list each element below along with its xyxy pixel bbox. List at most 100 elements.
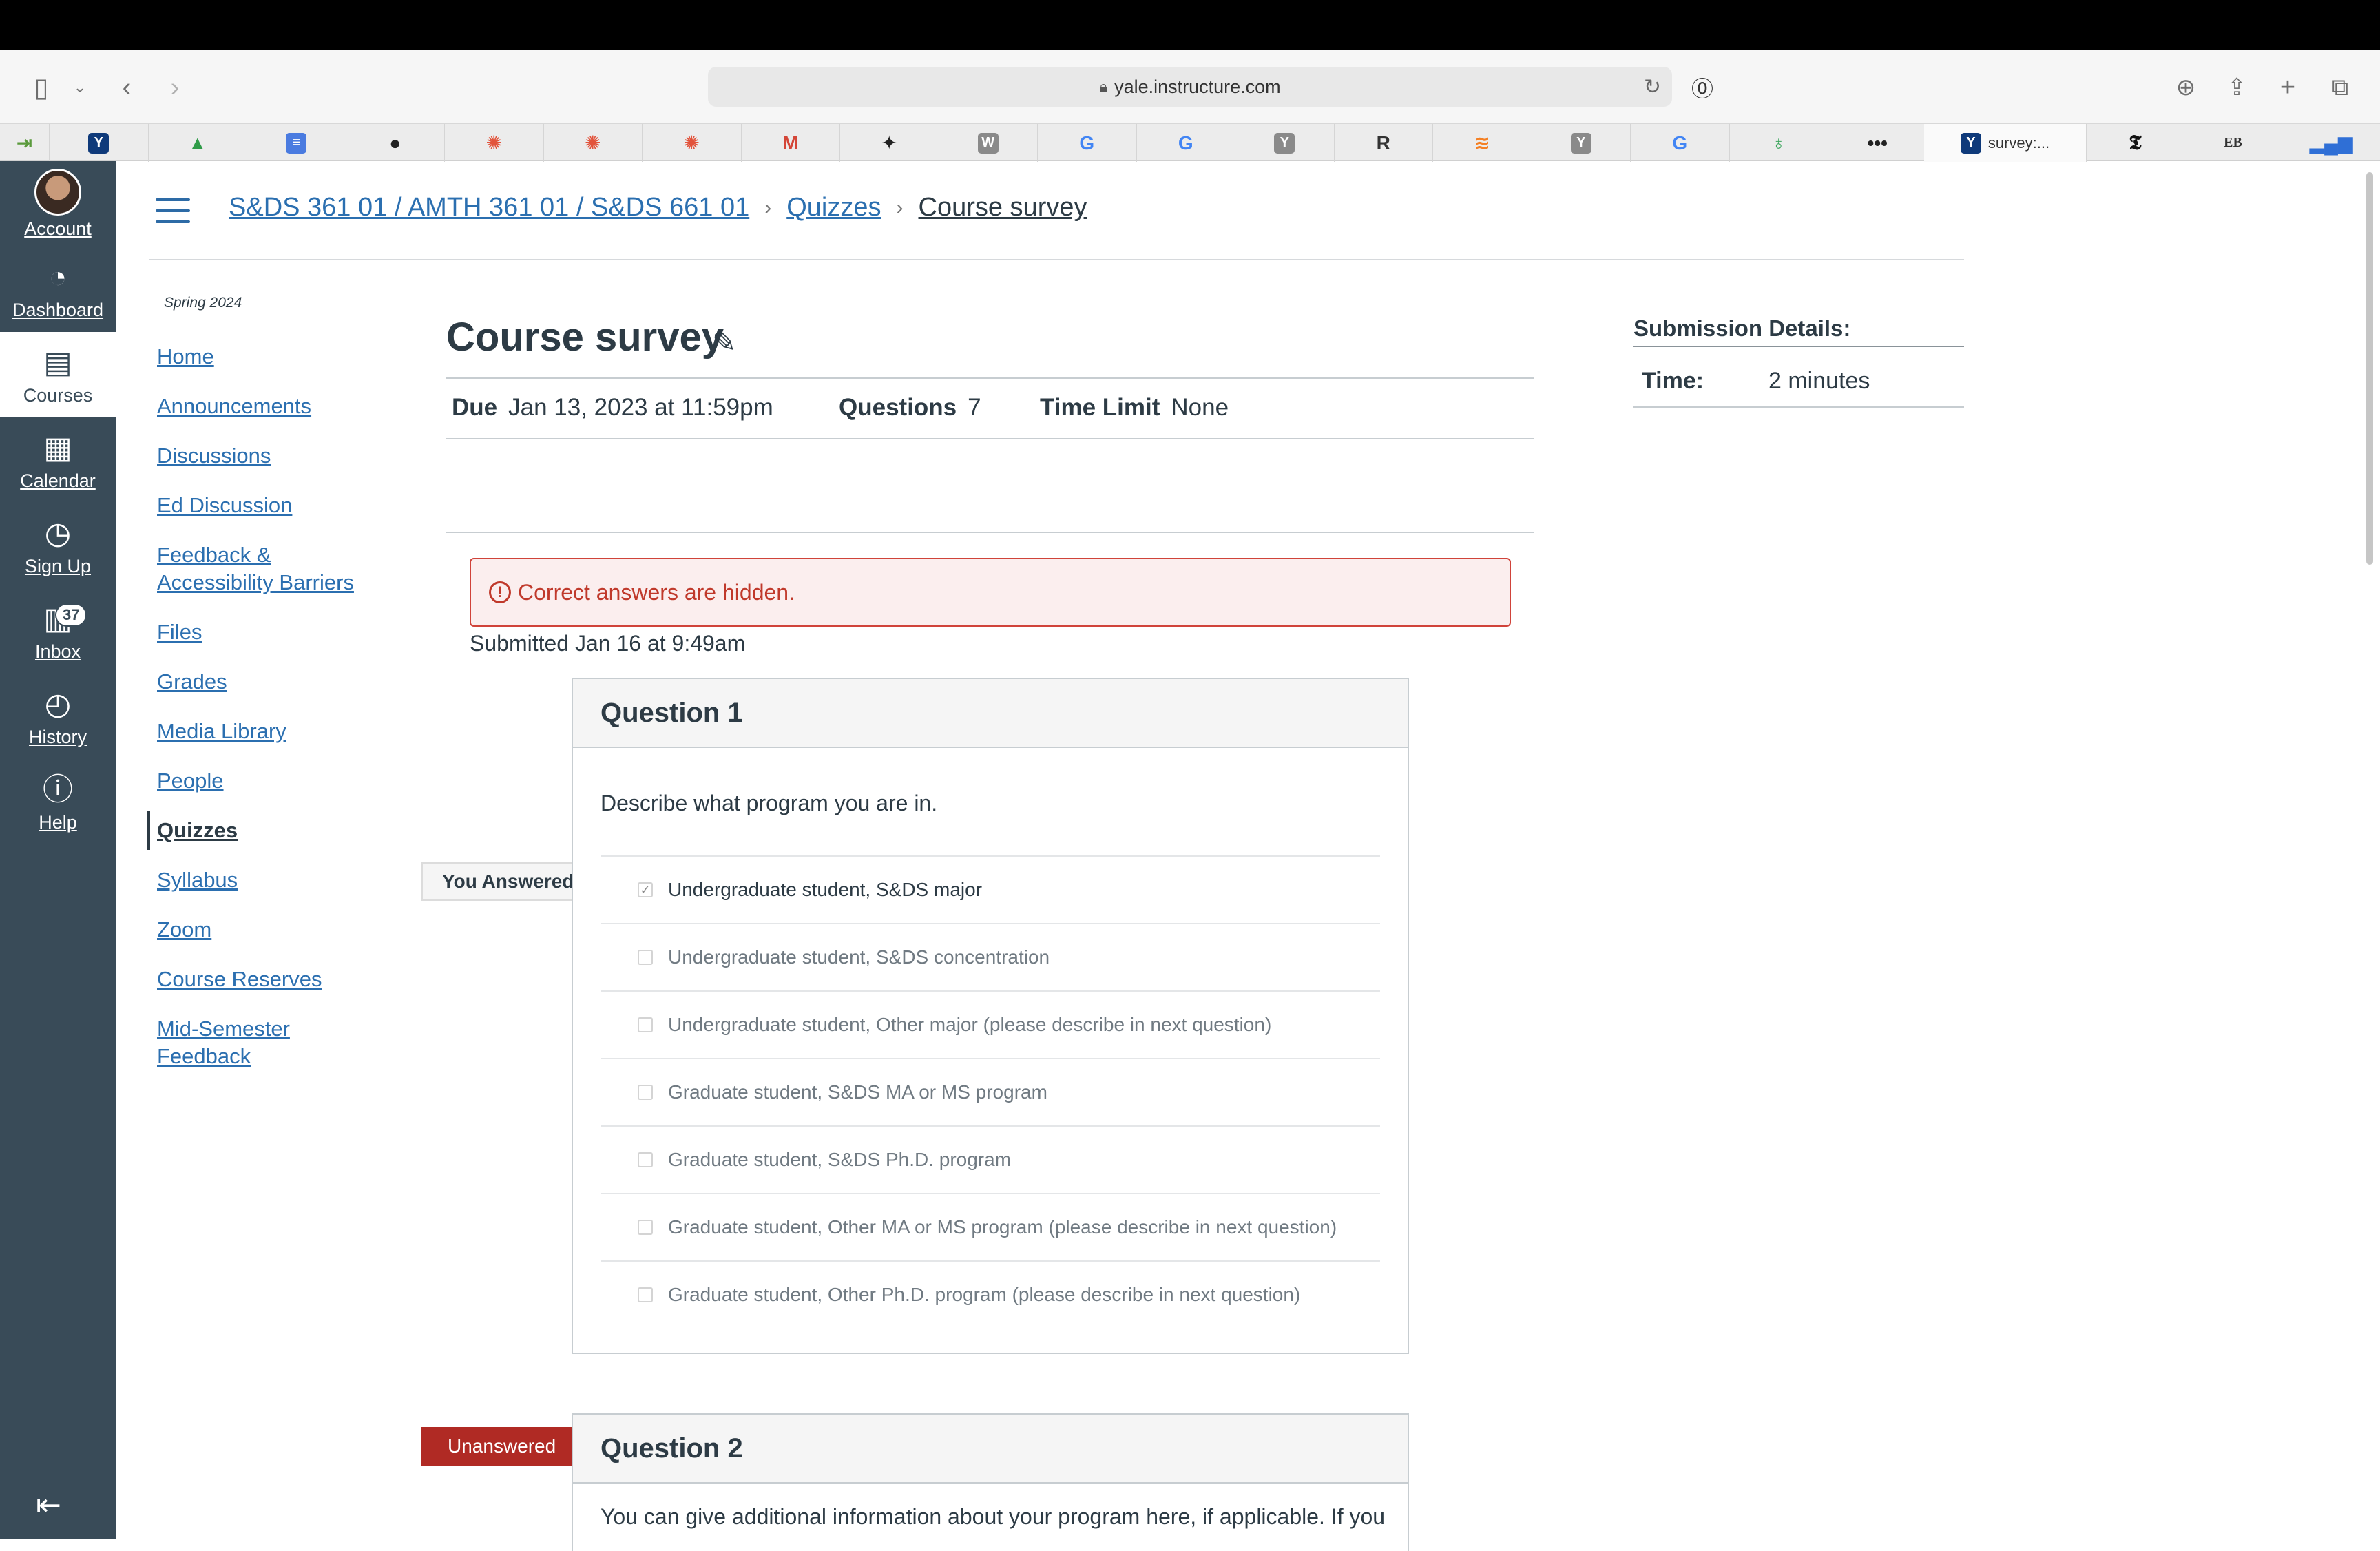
- course-nav-course-reserves[interactable]: Course Reserves: [157, 966, 322, 993]
- questions-label: Questions: [839, 394, 957, 421]
- breadcrumb-course[interactable]: S&DS 361 01 / AMTH 361 01 / S&DS 661 01: [229, 193, 749, 222]
- answer-option[interactable]: Undergraduate student, Other major (plea…: [601, 990, 1380, 1058]
- course-nav-mid-semester-line2[interactable]: Feedback: [157, 1043, 251, 1070]
- breadcrumb-quizzes[interactable]: Quizzes: [786, 193, 881, 222]
- tab-eb[interactable]: EB: [2184, 124, 2282, 162]
- share-icon[interactable]: ⇪: [2220, 71, 2253, 104]
- course-nav-announcements[interactable]: Announcements: [157, 393, 311, 420]
- new-tab-icon[interactable]: +: [2271, 71, 2304, 104]
- browser-tab[interactable]: ♁: [1730, 124, 1828, 162]
- answer-option[interactable]: ✓ Undergraduate student, S&DS major: [601, 855, 1380, 923]
- pinwheel-icon: ✦: [881, 132, 897, 154]
- sprout-icon: ♁: [1771, 132, 1786, 154]
- nav-help[interactable]: ⓘ Help: [0, 759, 116, 844]
- forward-icon[interactable]: ›: [158, 71, 191, 104]
- nav-account[interactable]: Account: [0, 161, 116, 247]
- browser-tab[interactable]: Y: [50, 124, 149, 162]
- browser-tab[interactable]: ⇥: [0, 124, 50, 162]
- browser-tab[interactable]: ✦: [840, 124, 939, 162]
- unanswered-flag: Unanswered: [421, 1427, 599, 1466]
- you-answered-flag: You Answered: [421, 862, 603, 901]
- answer-option[interactable]: Undergraduate student, S&DS concentratio…: [601, 923, 1380, 990]
- browser-tab[interactable]: Y: [1532, 124, 1631, 162]
- course-menu-toggle[interactable]: [156, 198, 190, 223]
- browser-tab[interactable]: ≋: [1433, 124, 1532, 162]
- header-divider: [149, 259, 1964, 260]
- nav-dashboard[interactable]: ◔ Dashboard: [0, 247, 116, 332]
- browser-tab[interactable]: G: [1137, 124, 1235, 162]
- tab-nyt[interactable]: 𝕿: [2087, 124, 2184, 162]
- scrollbar[interactable]: [2366, 172, 2373, 565]
- downloads-icon[interactable]: ⊕: [2169, 71, 2202, 104]
- browser-tab[interactable]: ✺: [544, 124, 643, 162]
- checkbox[interactable]: [638, 1152, 653, 1167]
- page-title: Course survey: [446, 315, 724, 360]
- calendar-icon: ▦: [43, 430, 72, 465]
- browser-tab[interactable]: G: [1038, 124, 1137, 162]
- browser-tab[interactable]: Y: [1235, 124, 1335, 162]
- chevron-down-icon[interactable]: ⌄: [63, 71, 96, 104]
- course-nav-zoom[interactable]: Zoom: [157, 916, 211, 944]
- avatar: [34, 168, 81, 216]
- password-manager-icon[interactable]: ⓪: [1686, 71, 1719, 104]
- course-nav-feedback-line2[interactable]: Accessibility Barriers: [157, 569, 354, 596]
- course-nav-syllabus[interactable]: Syllabus: [157, 866, 238, 894]
- nav-courses[interactable]: ▤ Courses: [0, 332, 116, 417]
- course-nav-mid-semester[interactable]: Mid-Semester: [157, 1015, 290, 1043]
- checkbox-checked[interactable]: ✓: [638, 882, 653, 897]
- reload-icon[interactable]: ↻: [1644, 75, 1661, 99]
- question-2-prompt: You can give additional information abou…: [601, 1504, 1386, 1529]
- answer-option[interactable]: Graduate student, S&DS Ph.D. program: [601, 1125, 1380, 1193]
- checkbox[interactable]: [638, 1220, 653, 1235]
- course-nav-home[interactable]: Home: [157, 343, 214, 371]
- course-nav-discussions[interactable]: Discussions: [157, 442, 271, 470]
- warning-icon: !: [489, 581, 511, 603]
- answer-text: Undergraduate student, S&DS major: [668, 879, 983, 900]
- answer-option[interactable]: Graduate student, Other MA or MS program…: [601, 1193, 1380, 1260]
- browser-tab[interactable]: •••: [1828, 124, 1928, 162]
- course-nav-feedback[interactable]: Feedback &: [157, 541, 271, 569]
- back-icon[interactable]: ‹: [110, 71, 143, 104]
- google-docs-icon: ≡: [286, 132, 307, 154]
- course-nav-ed-discussion[interactable]: Ed Discussion: [157, 492, 292, 519]
- answer-option[interactable]: Graduate student, Other Ph.D. program (p…: [601, 1260, 1380, 1328]
- top-bar: [0, 0, 2380, 50]
- course-nav-media-library[interactable]: Media Library: [157, 718, 286, 745]
- sidebar-toggle-icon[interactable]: ▯: [25, 71, 58, 104]
- nav-history[interactable]: ◴ History: [0, 674, 116, 759]
- checkbox[interactable]: [638, 1017, 653, 1032]
- browser-tab[interactable]: G: [1631, 124, 1730, 162]
- answer-option[interactable]: Graduate student, S&DS MA or MS program: [601, 1058, 1380, 1125]
- checkbox[interactable]: [638, 950, 653, 965]
- nav-inbox[interactable]: ▥ 37 Inbox: [0, 588, 116, 674]
- answer-text: Graduate student, S&DS Ph.D. program: [668, 1149, 1012, 1170]
- browser-tab[interactable]: W: [939, 124, 1038, 162]
- time-label: Time:: [1642, 368, 1704, 394]
- edit-icon[interactable]: ✎: [712, 325, 736, 359]
- google-icon: G: [1672, 132, 1688, 154]
- due-label: Due: [452, 394, 498, 421]
- tab-active[interactable]: Y survey:...: [1924, 124, 2087, 162]
- tab-analytics[interactable]: ▂▄▆: [2282, 124, 2380, 162]
- course-nav-grades[interactable]: Grades: [157, 668, 227, 696]
- nav-calendar[interactable]: ▦ Calendar: [0, 417, 116, 503]
- browser-tab[interactable]: M: [742, 124, 840, 162]
- browser-tab[interactable]: ✺: [643, 124, 742, 162]
- github-icon: ●: [389, 132, 401, 154]
- checkbox[interactable]: [638, 1085, 653, 1100]
- browser-tab[interactable]: ✺: [445, 124, 544, 162]
- course-nav-files[interactable]: Files: [157, 618, 202, 646]
- address-bar[interactable]: 🔒︎ yale.instructure.com ↻: [708, 67, 1672, 107]
- browser-tab[interactable]: ≡: [247, 124, 346, 162]
- checkbox[interactable]: [638, 1287, 653, 1302]
- course-nav-quizzes[interactable]: Quizzes: [157, 817, 238, 844]
- course-nav-people[interactable]: People: [157, 767, 224, 795]
- nav-signup[interactable]: ◷ Sign Up: [0, 503, 116, 588]
- browser-tab[interactable]: R: [1335, 124, 1433, 162]
- collapse-nav-icon[interactable]: ⇤: [36, 1488, 61, 1523]
- breadcrumb-current[interactable]: Course survey: [919, 193, 1087, 222]
- browser-tab[interactable]: ●: [346, 124, 445, 162]
- nav-account-label: Account: [24, 218, 92, 239]
- browser-tab[interactable]: ▲: [149, 124, 247, 162]
- tab-overview-icon[interactable]: ⧉: [2324, 71, 2357, 104]
